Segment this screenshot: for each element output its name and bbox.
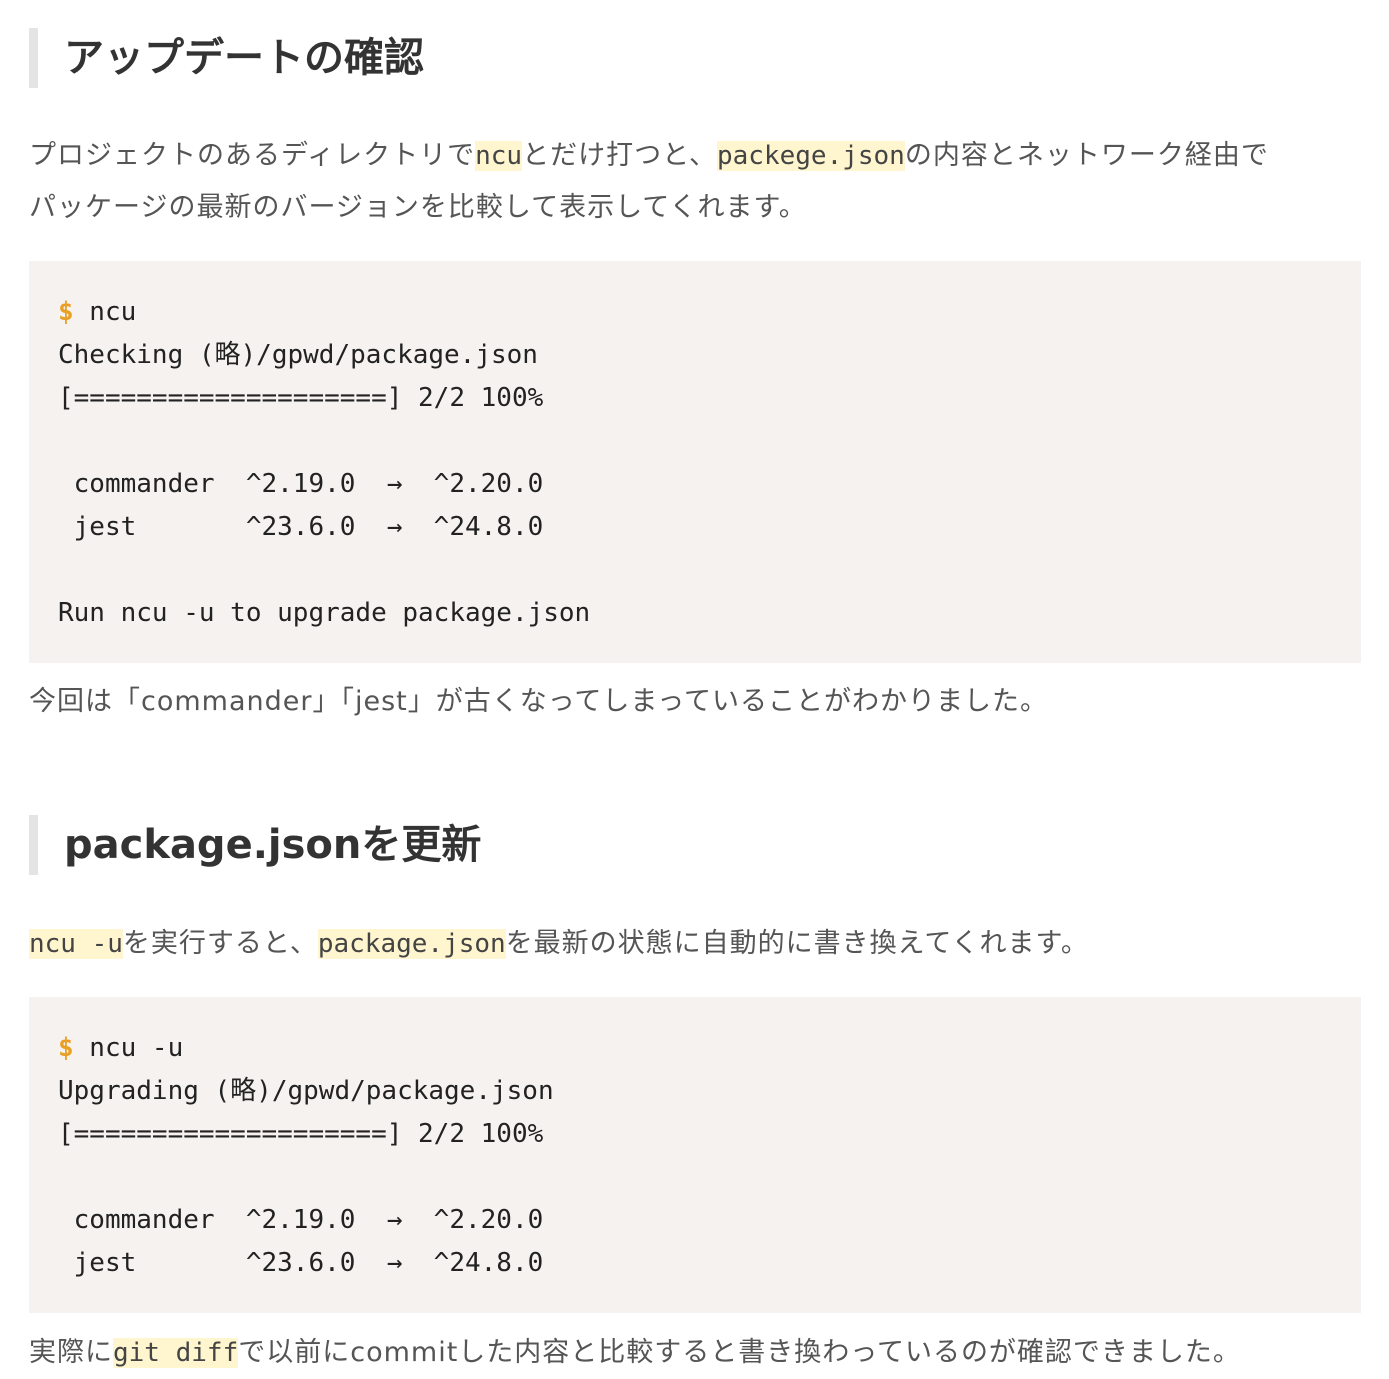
code-output-line: [====================] 2/2 100%	[58, 1119, 544, 1149]
code-block-ncu-u[interactable]: $ ncu -u Upgrading (略)/gpwd/package.json…	[29, 997, 1361, 1313]
inline-code-ncu: ncu	[475, 141, 523, 171]
code-output-line: commander ^2.19.0 → ^2.20.0	[58, 1205, 544, 1235]
text-segment: を実行すると、	[122, 928, 318, 959]
code-output-line: jest ^23.6.0 → ^24.8.0	[58, 512, 544, 542]
code-output-line	[58, 420, 1332, 463]
intro-paragraph-1-line-1: プロジェクトのあるディレクトリでncuとだけ打つと、packege.jsonの内…	[29, 130, 1361, 182]
text-segment: を最新の状態に自動的に書き換えてくれます。	[505, 928, 1089, 959]
prompt-symbol: $	[58, 1033, 74, 1063]
code-command-line: $ ncu -u	[58, 1027, 1332, 1070]
outro-paragraph-1: 今回は「commander」「jest」が古くなってしまっていることがわかりまし…	[29, 686, 1048, 717]
code-output-line	[58, 1156, 1332, 1199]
outro-paragraph-2: 実際にgit diffで以前にcommitした内容と比較すると書き換わっているの…	[29, 1327, 1361, 1379]
intro-paragraph-1: プロジェクトのあるディレクトリでncuとだけ打つと、packege.jsonの内…	[29, 130, 1361, 233]
code-output-line: commander ^2.19.0 → ^2.20.0	[58, 469, 544, 499]
text-segment: 実際に	[29, 1337, 113, 1368]
inline-code-package-json: package.json	[317, 929, 506, 959]
code-output-line: Run ncu -u to upgrade package.json	[58, 598, 591, 628]
code-block-ncu[interactable]: $ ncu Checking (略)/gpwd/package.json [==…	[29, 261, 1361, 663]
text-segment: とだけ打つと、	[522, 140, 717, 171]
inline-code-package-json: packege.json	[717, 141, 905, 171]
text-segment: プロジェクトのあるディレクトリで	[29, 140, 476, 171]
code-output-line: [====================] 2/2 100%	[58, 383, 544, 413]
inline-code-ncu-u: ncu -u	[29, 929, 123, 959]
text-segment: で以前にcommitした内容と比較すると書き換わっているのが確認できました。	[238, 1337, 1241, 1368]
intro-paragraph-1-line-2: パッケージの最新のバージョンを比較して表示してくれます。	[29, 192, 807, 223]
section-heading-update-check: アップデートの確認	[29, 28, 424, 88]
intro-paragraph-2: ncu -uを実行すると、package.jsonを最新の状態に自動的に書き換え…	[29, 918, 1361, 970]
text-segment: の内容とネットワーク経由で	[904, 140, 1269, 171]
code-output-line	[58, 549, 1332, 592]
code-output-line: Checking (略)/gpwd/package.json	[58, 340, 538, 370]
code-command-line: $ ncu	[58, 291, 1332, 334]
code-output-line: jest ^23.6.0 → ^24.8.0	[58, 1248, 544, 1278]
command-text: ncu -u	[73, 1033, 184, 1063]
inline-code-git-diff: git diff	[113, 1338, 239, 1368]
command-text: ncu	[73, 297, 137, 327]
section-heading-update-package-json: package.jsonを更新	[29, 815, 481, 875]
prompt-symbol: $	[58, 297, 74, 327]
code-output-line: Upgrading (略)/gpwd/package.json	[58, 1076, 554, 1106]
